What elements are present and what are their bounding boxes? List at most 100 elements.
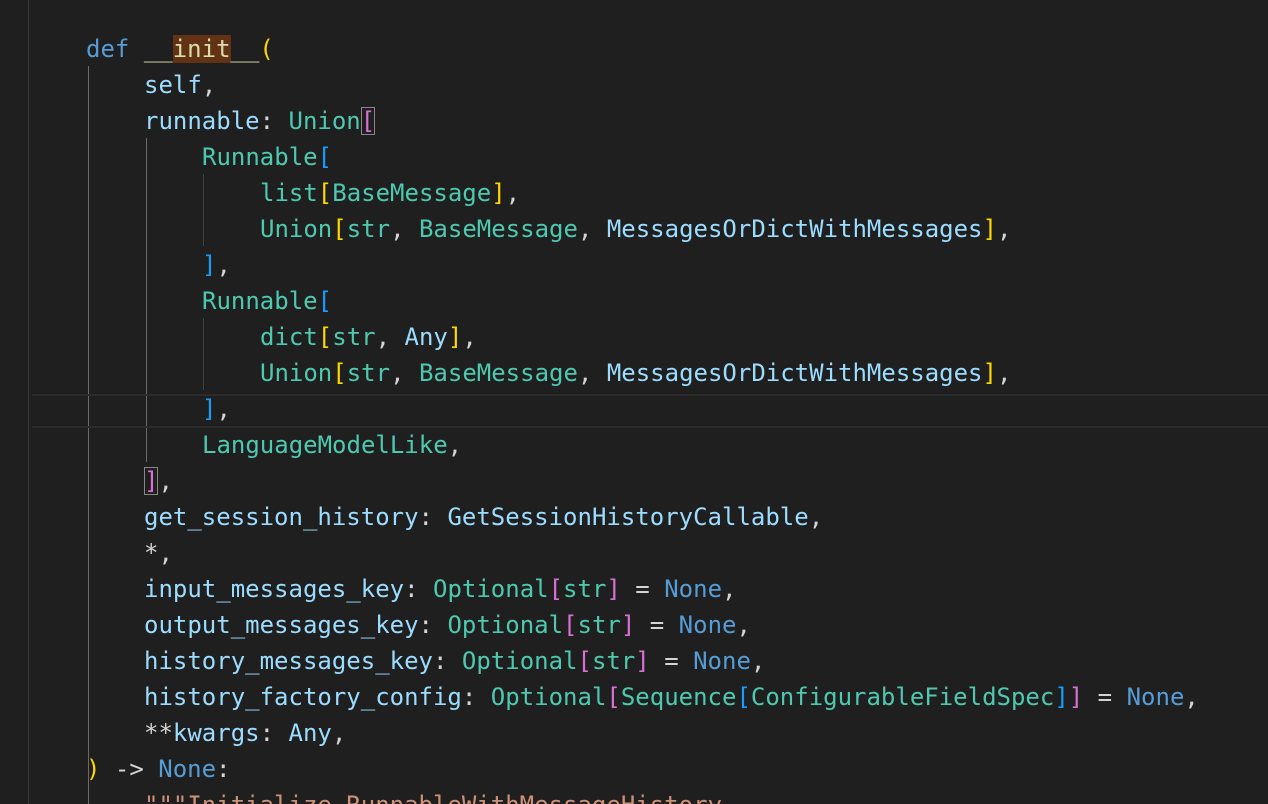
code-line[interactable]: LanguageModelLike, <box>202 427 462 463</box>
code-token: : <box>259 107 289 135</box>
code-line[interactable]: runnable: Union[ <box>144 103 376 139</box>
code-token: , <box>577 215 607 243</box>
code-token: str <box>591 647 636 675</box>
code-token: None <box>1126 683 1185 711</box>
code-token: history_messages_key <box>144 647 433 675</box>
code-token: Union <box>260 215 333 243</box>
code-line[interactable]: Union[str, BaseMessage, MessagesOrDictWi… <box>260 211 1011 247</box>
code-editor[interactable]: def __init__(self, runnable: Union[Runnab… <box>0 0 1268 804</box>
code-token: -> <box>100 755 159 783</box>
code-token: def <box>86 35 130 63</box>
code-line[interactable]: ], <box>144 463 173 499</box>
code-token: , <box>447 431 463 459</box>
code-line[interactable]: history_factory_config: Optional[Sequenc… <box>144 679 1199 715</box>
code-token: : <box>418 611 448 639</box>
code-token: None <box>678 611 737 639</box>
code-token: BaseMessage <box>418 215 578 243</box>
indent-guide <box>203 174 204 246</box>
code-line[interactable]: *, <box>144 535 173 571</box>
code-token: : <box>461 683 491 711</box>
code-token: , <box>996 215 1012 243</box>
code-token: self <box>144 71 202 99</box>
code-token: , <box>1184 683 1199 711</box>
code-token: ] <box>982 215 997 243</box>
code-token: """Initialize RunnableWithMessageHistory… <box>144 791 736 804</box>
code-token: , <box>390 359 419 387</box>
code-token: ) <box>86 755 101 783</box>
code-token: output_messages_key <box>144 611 419 639</box>
code-token: ] <box>1068 683 1084 711</box>
code-token: , <box>722 575 737 603</box>
code-line[interactable]: input_messages_key: Optional[str] = None… <box>144 571 736 607</box>
code-token: [ <box>563 611 578 639</box>
code-token: ] <box>202 251 217 279</box>
code-line[interactable]: ) -> None: <box>86 751 231 787</box>
code-line[interactable]: Runnable[ <box>202 139 332 175</box>
code-token: : <box>216 755 231 783</box>
code-token: , <box>158 539 173 567</box>
code-token: : <box>404 575 433 603</box>
code-token: ] <box>202 395 217 423</box>
code-token: ] <box>1054 683 1069 711</box>
code-token: Runnable <box>202 143 318 171</box>
code-token: MessagesOrDictWithMessages <box>606 215 983 243</box>
code-token: GetSessionHistoryCallable <box>447 503 809 531</box>
code-token: [ <box>317 287 333 315</box>
code-token: = <box>635 611 679 639</box>
code-line[interactable]: dict[str, Any], <box>260 319 477 355</box>
code-token: __ <box>143 35 173 63</box>
gutter-border <box>28 0 29 804</box>
code-token: : <box>432 647 462 675</box>
code-token: ( <box>259 35 274 63</box>
code-line[interactable]: Runnable[ <box>202 283 332 319</box>
code-token: BaseMessage <box>332 179 492 207</box>
code-line[interactable]: ], <box>202 391 231 427</box>
code-token: None <box>158 755 217 783</box>
code-token: , <box>216 395 231 423</box>
code-line[interactable]: output_messages_key: Optional[str] = Non… <box>144 607 751 643</box>
code-token: [ <box>317 179 333 207</box>
code-token: get_session_history <box>144 503 419 531</box>
code-token: , <box>331 719 347 747</box>
code-token: runnable <box>144 107 260 135</box>
code-token: dict <box>260 323 318 351</box>
code-token: __ <box>230 35 260 63</box>
code-token: , <box>577 359 607 387</box>
code-line[interactable]: ], <box>202 247 231 283</box>
code-token: str <box>563 575 607 603</box>
code-token: MessagesOrDictWithMessages <box>606 359 983 387</box>
code-line[interactable]: def __init__( <box>86 31 274 67</box>
code-line[interactable]: Union[str, BaseMessage, MessagesOrDictWi… <box>260 355 1011 391</box>
code-token: , <box>158 467 173 495</box>
code-token: LanguageModelLike <box>202 431 448 459</box>
code-token: Union <box>288 107 361 135</box>
code-token: , <box>996 359 1012 387</box>
code-token: [ <box>577 647 592 675</box>
code-token: , <box>201 71 217 99</box>
code-token: init <box>172 35 231 63</box>
code-token: Optional <box>447 611 564 639</box>
code-token: , <box>808 503 824 531</box>
code-token: Optional <box>461 647 578 675</box>
code-token: ] <box>635 647 650 675</box>
code-token: = <box>620 575 665 603</box>
code-line[interactable]: **kwargs: Any, <box>144 715 346 751</box>
code-line[interactable]: get_session_history: GetSessionHistoryCa… <box>144 499 823 535</box>
code-token: Any <box>288 719 332 747</box>
code-token: = <box>649 647 694 675</box>
code-token: None <box>693 647 751 675</box>
code-line[interactable]: list[BaseMessage], <box>260 175 520 211</box>
code-token: input_messages_key <box>144 575 405 603</box>
code-token: , <box>750 647 766 675</box>
code-line[interactable]: history_messages_key: Optional[str] = No… <box>144 643 765 679</box>
code-line[interactable]: """Initialize RunnableWithMessageHistory… <box>144 787 736 804</box>
code-token: , <box>216 251 231 279</box>
code-token: [ <box>332 215 347 243</box>
code-token: BaseMessage <box>418 359 578 387</box>
code-token: ConfigurableFieldSpec <box>750 683 1055 711</box>
code-token: [ <box>548 575 564 603</box>
code-token: history_factory_config <box>144 683 462 711</box>
code-token: list <box>260 179 318 207</box>
code-line[interactable]: self, <box>144 67 216 103</box>
code-token: Union <box>260 359 333 387</box>
